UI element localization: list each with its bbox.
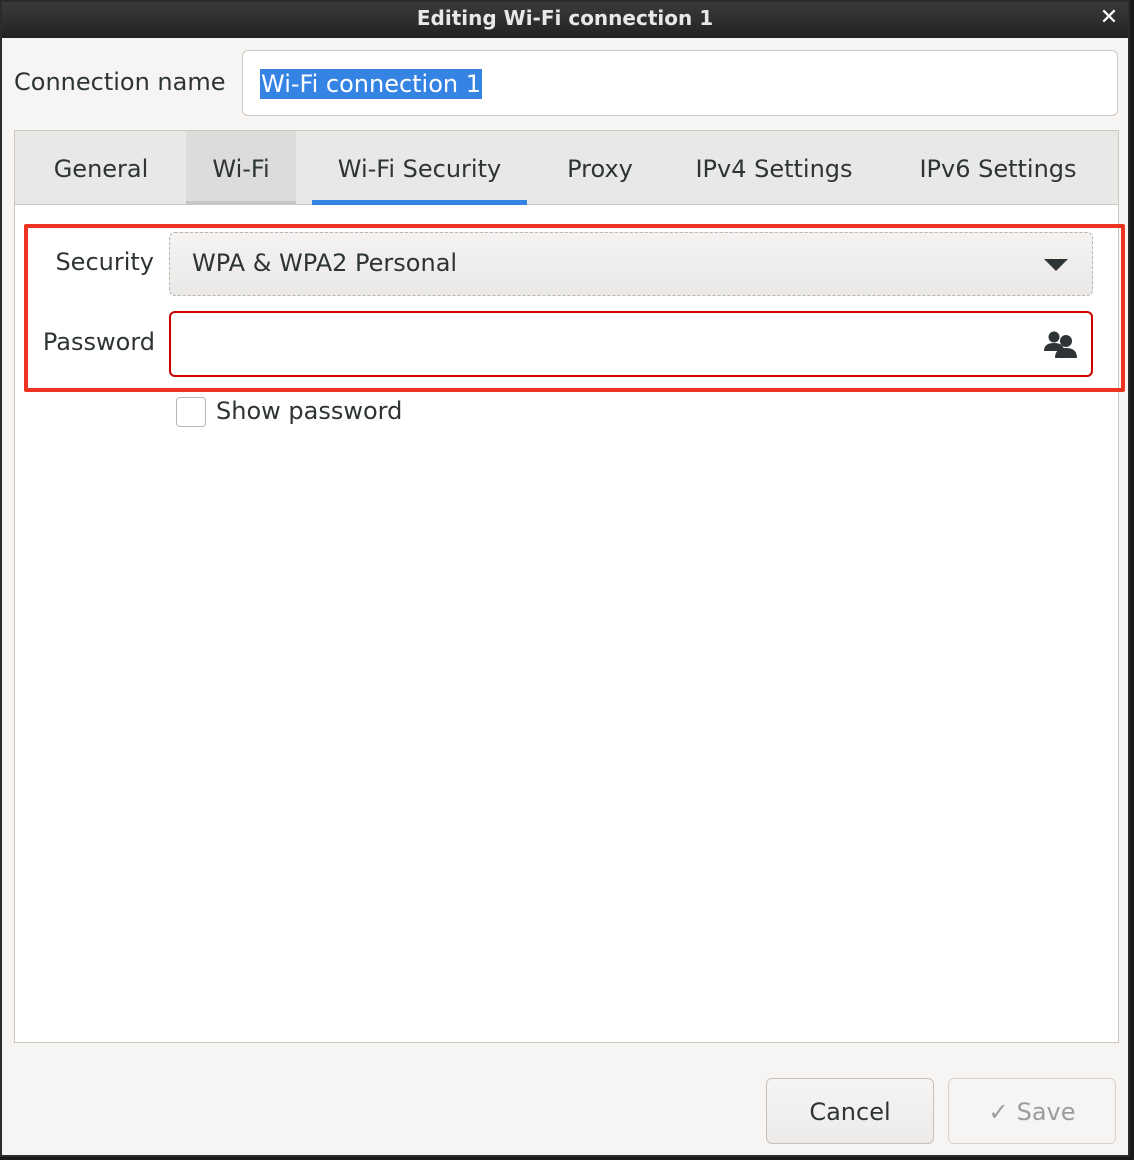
tab-bar: General Wi-Fi Wi-Fi Security Proxy IPv4 …: [15, 131, 1118, 205]
tab-wifi[interactable]: Wi-Fi: [186, 131, 296, 205]
tab-proxy[interactable]: Proxy: [549, 131, 651, 205]
save-label: Save: [1016, 1098, 1076, 1126]
connection-name-value: Wi-Fi connection 1: [260, 69, 483, 99]
connection-name-input[interactable]: Wi-Fi connection 1: [242, 50, 1118, 116]
tab-ipv4-settings[interactable]: IPv4 Settings: [677, 131, 871, 205]
show-password-checkbox[interactable]: [176, 397, 206, 427]
cancel-button[interactable]: Cancel: [766, 1078, 934, 1144]
tab-ipv6-settings[interactable]: IPv6 Settings: [901, 131, 1095, 205]
tab-wifi-security[interactable]: Wi-Fi Security: [312, 131, 527, 205]
title-bar[interactable]: Editing Wi-Fi connection 1 ✕: [2, 2, 1128, 38]
show-password-label[interactable]: Show password: [216, 397, 402, 425]
highlight-box: [24, 224, 1125, 392]
tab-general[interactable]: General: [33, 131, 169, 205]
connection-name-label: Connection name: [14, 68, 226, 96]
save-button[interactable]: ✓ Save: [948, 1078, 1116, 1144]
window-title: Editing Wi-Fi connection 1: [416, 6, 714, 30]
checkmark-icon: ✓: [988, 1098, 1009, 1126]
dialog-window: Editing Wi-Fi connection 1 ✕ Connection …: [0, 0, 1130, 1157]
close-icon[interactable]: ✕: [1098, 6, 1120, 30]
